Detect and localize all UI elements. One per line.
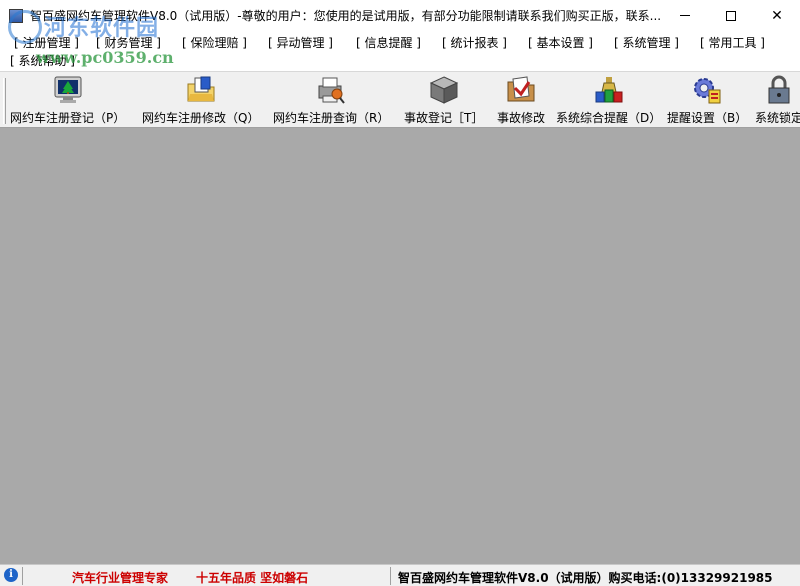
close-button[interactable]: ✕	[754, 0, 800, 31]
accident-register-button[interactable]: 事故登记［T］	[404, 74, 483, 126]
slogan-quality: 十五年品质 坚如磐石	[196, 571, 309, 585]
query-registration-label: 网约车注册查询（R）	[273, 111, 390, 125]
accident-register-label: 事故登记［T］	[404, 111, 484, 125]
status-divider	[390, 567, 391, 585]
info-icon: i	[4, 568, 18, 582]
status-divider	[22, 567, 23, 585]
slogan-expert: 汽车行业管理专家	[72, 571, 169, 585]
search-printer-icon	[318, 77, 345, 104]
minimize-icon	[680, 15, 690, 16]
accident-edit-label: 事故修改	[497, 111, 546, 125]
menu-registration[interactable]: [ 注册管理 ]	[14, 34, 79, 51]
edit-registration-button[interactable]: 网约车注册修改（Q）	[142, 74, 259, 126]
lock-icon	[768, 75, 790, 104]
alert-bottles-icon	[595, 77, 623, 103]
folder-edit-icon	[187, 76, 215, 102]
menu-system-admin[interactable]: [ 系统管理 ]	[614, 34, 679, 51]
system-lock-button[interactable]: 系统锁定	[755, 74, 800, 126]
mdi-workspace[interactable]	[0, 128, 800, 564]
system-lock-label: 系统锁定	[755, 111, 800, 125]
edit-registration-label: 网约车注册修改（Q）	[142, 111, 260, 125]
menu-help[interactable]: [ 系统帮助 ]	[10, 52, 75, 69]
query-registration-button[interactable]: 网约车注册查询（R）	[273, 74, 389, 126]
title-bar: 智百盛网约车管理软件V8.0（试用版）-尊敬的用户：您使用的是试用版，有部分功能…	[0, 0, 800, 31]
maximize-icon	[726, 10, 736, 21]
register-car-label: 网约车注册登记（P）	[10, 111, 126, 125]
toolbar-grip[interactable]	[3, 78, 6, 124]
product-info: 智百盛网约车管理软件V8.0（试用版）购买电话:(0)13329921985	[398, 571, 773, 585]
maximize-button[interactable]	[708, 0, 754, 31]
menu-finance[interactable]: [ 财务管理 ]	[96, 34, 161, 51]
reminder-settings-button[interactable]: 提醒设置（B）	[667, 74, 747, 126]
menu-bar: [ 注册管理 ] [ 财务管理 ] [ 保险理赔 ] [ 异动管理 ] [ 信息…	[0, 31, 800, 71]
accident-edit-button[interactable]: 事故修改	[497, 74, 545, 126]
menu-reminders[interactable]: [ 信息提醒 ]	[356, 34, 421, 51]
register-car-button[interactable]: 网约车注册登记（P）	[10, 74, 125, 126]
close-icon: ✕	[771, 7, 783, 24]
menu-changes[interactable]: [ 异动管理 ]	[268, 34, 333, 51]
monitor-tree-icon	[54, 76, 82, 103]
menu-tools[interactable]: [ 常用工具 ]	[700, 34, 765, 51]
menu-reports[interactable]: [ 统计报表 ]	[442, 34, 507, 51]
app-icon[interactable]	[9, 8, 23, 23]
toolbar: 网约车注册登记（P） 网约车注册修改（Q） 网约车注册查询（R） 事故登记［T］	[0, 71, 800, 128]
status-bar: i 汽车行业管理专家 十五年品质 坚如磐石 智百盛网约车管理软件V8.0（试用版…	[0, 564, 800, 586]
system-reminder-label: 系统综合提醒（D）	[556, 111, 662, 125]
cube-icon	[429, 76, 458, 104]
menu-insurance[interactable]: [ 保险理赔 ]	[182, 34, 247, 51]
system-reminder-button[interactable]: 系统综合提醒（D）	[556, 74, 661, 126]
gear-settings-icon	[694, 78, 721, 104]
reminder-settings-label: 提醒设置（B）	[667, 111, 748, 125]
window-title: 智百盛网约车管理软件V8.0（试用版）-尊敬的用户：您使用的是试用版，有部分功能…	[30, 9, 662, 23]
menu-basic-settings[interactable]: [ 基本设置 ]	[528, 34, 593, 51]
accident-edit-icon	[507, 76, 535, 102]
minimize-button[interactable]	[662, 0, 708, 31]
